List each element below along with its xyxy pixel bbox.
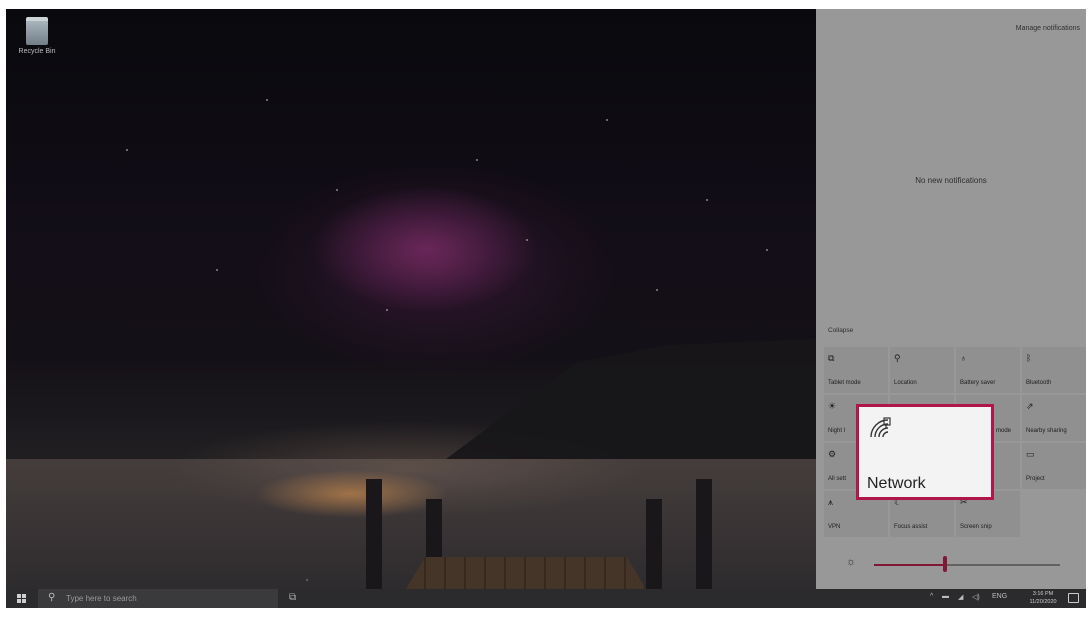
brightness-thumb[interactable]: [942, 556, 947, 572]
action-center: Manage notifications No new notification…: [816, 9, 1086, 589]
collapse-link[interactable]: Collapse: [828, 327, 853, 334]
no-notifications-message: No new notifications: [915, 176, 987, 185]
project-icon: ▭: [1026, 449, 1035, 459]
location-icon: ⚲: [894, 353, 901, 363]
network-tray-icon[interactable]: ◢: [958, 593, 963, 601]
windows-icon: [17, 594, 26, 603]
recycle-bin-label: Recycle Bin: [18, 48, 56, 55]
action-center-button[interactable]: [1068, 593, 1079, 603]
nearby-sharing-icon: ⇗: [1026, 401, 1034, 411]
start-button[interactable]: [6, 589, 38, 608]
network-tile[interactable]: Network: [856, 404, 994, 500]
search-icon: ⚲: [48, 592, 56, 603]
manage-notifications-link[interactable]: Manage notifications: [1016, 25, 1080, 32]
vpn-icon: ⩚: [828, 497, 834, 507]
system-tray: ^ ▬ ◢ ◁) ENG: [926, 589, 1086, 608]
tile-label: All sett: [828, 476, 847, 482]
brightness-slider[interactable]: ☼: [846, 556, 1076, 574]
tile-label: Screen snip: [960, 524, 992, 530]
language-indicator[interactable]: ENG: [992, 593, 1007, 600]
volume-icon[interactable]: ◁): [972, 593, 980, 601]
tile-project[interactable]: ▭ Project: [1022, 443, 1086, 489]
tile-tablet-mode[interactable]: ⧉ Tablet mode: [824, 347, 888, 393]
search-placeholder: Type here to search: [66, 594, 137, 603]
task-view-icon[interactable]: ⧉: [289, 592, 296, 603]
tile-label: Tablet mode: [828, 380, 861, 386]
show-hidden-icons-icon[interactable]: ^: [930, 593, 933, 600]
tile-label: VPN: [828, 524, 841, 530]
tile-label: Battery saver: [960, 380, 996, 386]
tile-nearby-sharing[interactable]: ⇗ Nearby sharing: [1022, 395, 1086, 441]
network-tile-label: Network: [867, 475, 926, 492]
clock-time: 3:16 PM: [1032, 591, 1054, 597]
tile-label: Night l: [828, 428, 846, 434]
brightness-fill: [874, 564, 945, 566]
clock-date: 11/20/2020: [1029, 599, 1057, 605]
tile-label: Project: [1026, 476, 1045, 482]
bluetooth-icon: ᛒ: [1026, 353, 1032, 363]
battery-saver-icon: ♁: [960, 353, 967, 363]
tile-label: mode: [996, 428, 1012, 434]
taskbar-clock[interactable]: 3:16 PM 11/20/2020: [1024, 590, 1062, 606]
tablet-icon: ⧉: [828, 353, 835, 363]
recycle-bin-icon: [26, 17, 48, 45]
tile-label: Location: [894, 380, 917, 386]
night-light-icon: ☀: [828, 401, 837, 411]
network-icon: [870, 417, 891, 438]
tile-battery-saver[interactable]: ♁ Battery saver: [956, 347, 1020, 393]
brightness-icon: ☼: [846, 556, 857, 568]
battery-icon[interactable]: ▬: [942, 593, 949, 600]
tile-bluetooth[interactable]: ᛒ Bluetooth: [1022, 347, 1086, 393]
taskbar-search-box[interactable]: ⚲ Type here to search: [38, 589, 278, 608]
tile-label: Bluetooth: [1026, 380, 1052, 386]
tile-label: Focus assist: [894, 524, 928, 530]
recycle-bin-shortcut[interactable]: Recycle Bin: [12, 17, 62, 55]
screen: Recycle Bin Manage notifications No new …: [6, 9, 1086, 608]
desktop-wallpaper: [6, 9, 816, 589]
settings-icon: ⚙: [828, 449, 837, 459]
tile-label: Nearby sharing: [1026, 428, 1067, 434]
taskbar: ⚲ Type here to search ⧉ ^ ▬ ◢ ◁) ENG 3:1…: [6, 589, 1086, 608]
tile-location[interactable]: ⚲ Location: [890, 347, 954, 393]
